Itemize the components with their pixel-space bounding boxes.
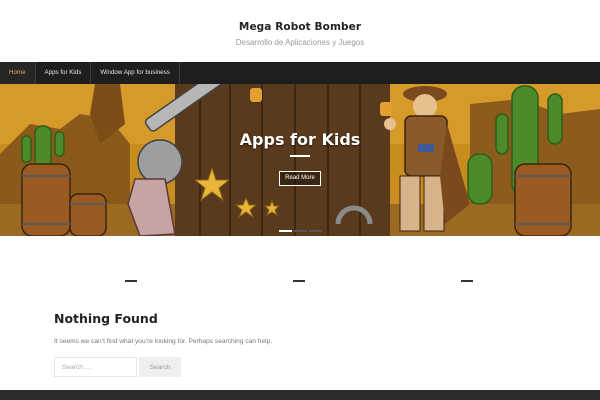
- slider-pagination: [279, 230, 322, 232]
- hero-title: Apps for Kids: [239, 130, 361, 149]
- main-navigation: Home Apps for Kids Window App for busine…: [0, 62, 600, 84]
- search-input[interactable]: [54, 357, 137, 377]
- nav-item-window-app-for-business[interactable]: Window App for business: [91, 62, 180, 84]
- site-header: Mega Robot Bomber Desarrollo de Aplicaci…: [0, 0, 600, 62]
- site-title[interactable]: Mega Robot Bomber: [0, 21, 600, 33]
- search-button[interactable]: Search: [139, 357, 181, 377]
- read-more-button[interactable]: Read More: [279, 171, 321, 186]
- nav-item-apps-for-kids[interactable]: Apps for Kids: [36, 62, 92, 84]
- page-title: Nothing Found: [54, 311, 158, 326]
- hero-slider: Apps for Kids Read More: [0, 84, 600, 236]
- nav-item-home[interactable]: Home: [0, 62, 36, 84]
- section-divider-1: [125, 280, 137, 282]
- site-footer: [0, 390, 600, 400]
- slider-dot-2[interactable]: [294, 230, 307, 232]
- slider-dot-1[interactable]: [279, 230, 292, 232]
- nothing-found-message: It seems we can’t find what you’re looki…: [54, 338, 273, 345]
- hero-title-underline: [290, 155, 310, 157]
- hero-cartoon-illustration: [0, 84, 600, 236]
- slider-dot-3[interactable]: [309, 230, 322, 232]
- section-divider-2: [293, 280, 305, 282]
- section-divider-3: [461, 280, 473, 282]
- site-description: Desarrollo de Aplicaciones y Juegos: [235, 38, 365, 47]
